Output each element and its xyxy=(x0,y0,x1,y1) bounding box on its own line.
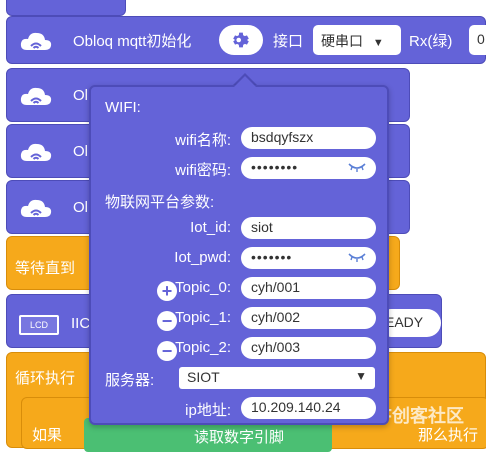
wifi-name-label: wifi名称: xyxy=(175,132,231,149)
port-dropdown-value: 硬串口 xyxy=(321,33,363,49)
obloq-init-label: Obloq mqtt初始化 xyxy=(73,33,192,50)
cloud-icon xyxy=(19,141,53,163)
rx-label: Rx(绿) xyxy=(409,33,453,50)
read-pin-label: 读取数字引脚 xyxy=(194,429,285,446)
wait-until-label: 等待直到 xyxy=(15,260,76,277)
topic0-label: Topic_0: xyxy=(175,279,231,296)
topic2-input[interactable]: cyh/003 xyxy=(241,337,376,359)
iic-label: IIC xyxy=(71,315,91,332)
topic1-input[interactable]: cyh/002 xyxy=(241,307,376,329)
topic2-label: Topic_2: xyxy=(175,339,231,356)
wifi-password-value: •••••••• xyxy=(251,159,299,175)
iot-id-label: Iot_id: xyxy=(190,219,231,236)
wifi-settings-popup: WIFI: wifi名称: bsdqyfszx wifi密码: ••••••••… xyxy=(89,85,389,425)
topic2-value: cyh/003 xyxy=(251,339,301,355)
obloq-block-label: Ol xyxy=(73,199,88,216)
iot-params-header: 物联网平台参数: xyxy=(105,194,215,211)
iot-pwd-input[interactable]: ••••••• xyxy=(241,247,376,269)
eye-closed-icon[interactable] xyxy=(348,252,366,262)
rx-dropdown[interactable]: 0 xyxy=(469,25,486,55)
eye-closed-icon[interactable] xyxy=(348,162,366,172)
wifi-header: WIFI: xyxy=(105,99,141,116)
ip-value: 10.209.140.24 xyxy=(251,399,341,415)
wifi-password-input[interactable]: •••••••• xyxy=(241,157,376,179)
port-dropdown[interactable]: 硬串口 ▼ xyxy=(313,25,401,55)
cloud-icon xyxy=(19,197,53,219)
triangle-down-icon: ▼ xyxy=(355,369,367,383)
loop-label: 循环执行 xyxy=(15,370,76,387)
iot-id-value: siot xyxy=(251,219,273,235)
server-select-value: SIOT xyxy=(187,369,220,385)
chevron-down-icon: ▼ xyxy=(372,37,384,49)
popup-arrow-inner xyxy=(234,76,256,87)
iot-pwd-value: ••••••• xyxy=(251,249,293,265)
lcd-icon: LCD xyxy=(19,315,59,335)
topic1-value: cyh/002 xyxy=(251,309,301,325)
topic0-input[interactable]: cyh/001 xyxy=(241,277,376,299)
ip-label: ip地址: xyxy=(185,402,231,419)
wifi-password-label: wifi密码: xyxy=(175,162,231,179)
obloq-block-label: Ol xyxy=(73,143,88,160)
gear-icon xyxy=(233,32,249,48)
topic1-label: Topic_1: xyxy=(175,309,231,326)
iot-id-input[interactable]: siot xyxy=(241,217,376,239)
server-select[interactable]: SIOT ▼ xyxy=(179,367,375,389)
rx-dropdown-value: 0 xyxy=(477,31,485,47)
wifi-name-value: bsdqyfszx xyxy=(251,129,314,145)
iot-pwd-label: Iot_pwd: xyxy=(174,249,231,266)
cloud-icon xyxy=(19,85,53,107)
lcd-text-value: EADY xyxy=(385,314,424,330)
server-label: 服务器: xyxy=(105,372,155,389)
cloud-icon xyxy=(19,30,53,52)
port-label: 接口 xyxy=(273,33,304,50)
topic0-value: cyh/001 xyxy=(251,279,301,295)
obloq-init-block[interactable]: Obloq mqtt初始化 接口 硬串口 ▼ Rx(绿) 0 xyxy=(6,16,486,64)
settings-gear-button[interactable] xyxy=(219,25,263,55)
obloq-block-label: Ol xyxy=(73,87,88,104)
top-partial-block xyxy=(6,0,126,16)
wifi-name-input[interactable]: bsdqyfszx xyxy=(241,127,376,149)
ip-input[interactable]: 10.209.140.24 xyxy=(241,397,376,419)
